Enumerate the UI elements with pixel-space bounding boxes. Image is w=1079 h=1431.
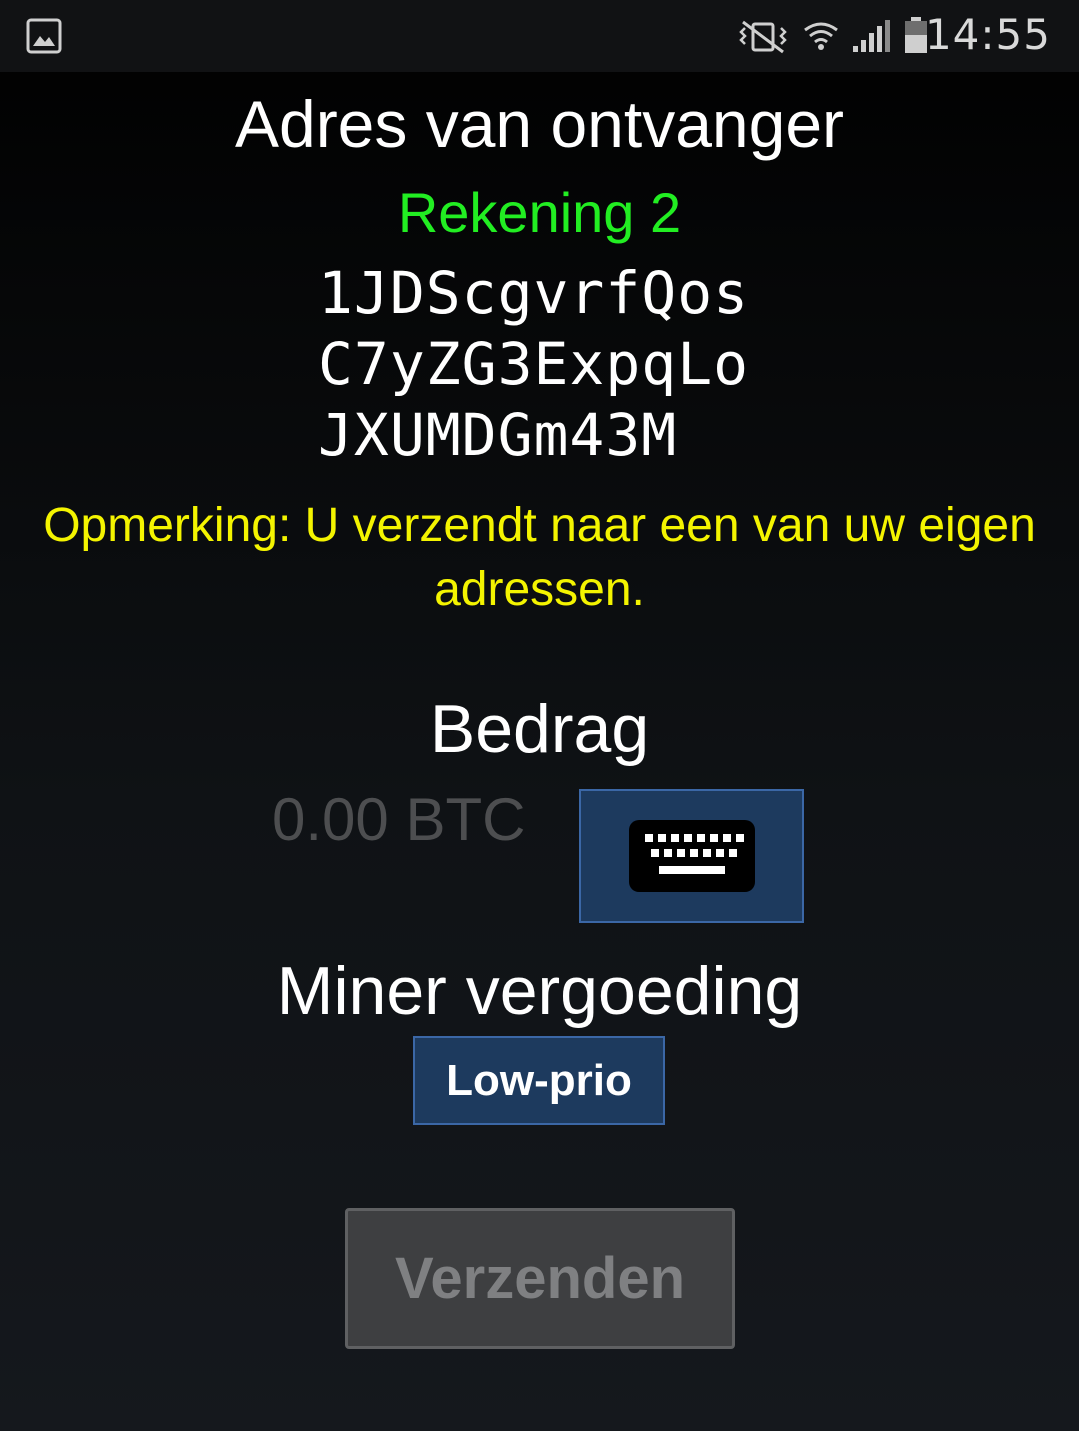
- own-address-note: Opmerking: U verzendt naar een van uw ei…: [43, 499, 1036, 616]
- address-line: JXUMDGm43M: [318, 401, 678, 469]
- clock: 14:55: [924, 10, 1051, 59]
- send-button[interactable]: Verzenden: [345, 1208, 735, 1349]
- recipient-address: 1JDScgvrfQos C7yZG3ExpqLo JXUMDGm43M: [318, 258, 749, 471]
- signal-icon: [853, 20, 890, 52]
- vibrate-mute-icon: [739, 20, 787, 54]
- keyboard-button[interactable]: [579, 789, 804, 923]
- keyboard-icon: [628, 820, 755, 892]
- wifi-icon: [804, 22, 838, 50]
- status-bar: 14:55: [0, 0, 1079, 72]
- status-icons: [735, 16, 929, 56]
- gallery-icon: [26, 18, 62, 54]
- amount-input[interactable]: [272, 784, 552, 854]
- amount-title: Bedrag: [429, 691, 650, 767]
- account-label: Rekening 2: [397, 181, 682, 244]
- address-line: 1JDScgvrfQos: [318, 259, 750, 327]
- address-line: C7yZG3ExpqLo: [318, 330, 750, 398]
- recipient-title: Adres van ontvanger: [234, 87, 845, 161]
- fee-title: Miner vergoeding: [276, 953, 803, 1029]
- fee-priority-button[interactable]: Low-prio: [413, 1036, 665, 1125]
